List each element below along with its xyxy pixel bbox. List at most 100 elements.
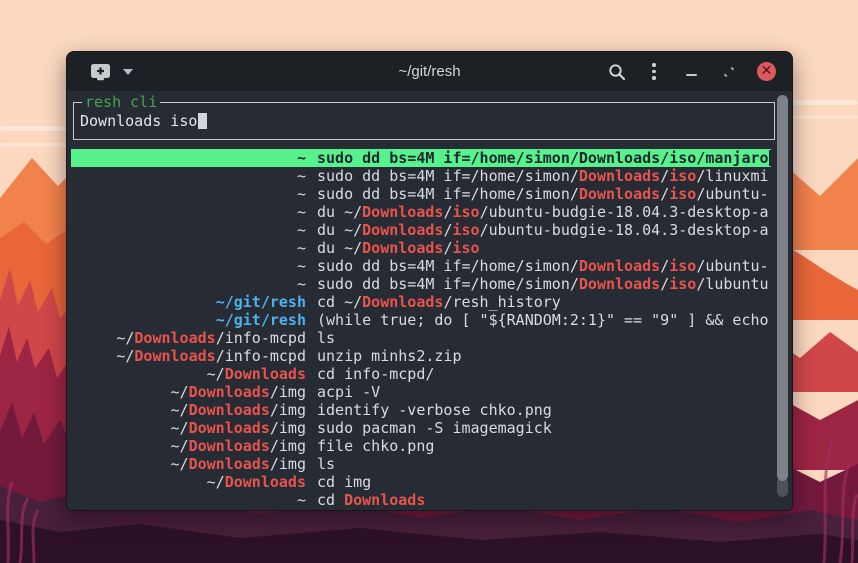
text-segment: cd info-mcpd/: [317, 365, 434, 383]
text-segment: Downloads: [362, 239, 443, 257]
history-row[interactable]: ~/git/resh(while true; do [ "${RANDOM:2:…: [71, 311, 771, 329]
text-segment: Downloads: [189, 401, 270, 419]
text-segment: /ubuntu-budgie-18.04.3-desktop-a: [480, 203, 769, 221]
row-directory: ~/Downloads/img: [71, 383, 306, 401]
row-command: sudo dd bs=4M if=/home/simon/Downloads/i…: [306, 275, 771, 293]
minimize-icon: [686, 74, 697, 76]
text-segment: ~/: [171, 455, 189, 473]
history-row[interactable]: ~sudo dd bs=4M if=/home/simon/Downloads/…: [71, 185, 771, 203]
history-row[interactable]: ~/Downloadscd img: [71, 473, 771, 491]
chevron-down-icon[interactable]: [123, 69, 133, 75]
text-segment: /img: [270, 383, 306, 401]
resh-search-box: resh cli Downloads iso: [73, 102, 775, 140]
text-segment: /img: [270, 401, 306, 419]
history-row[interactable]: ~/Downloads cd info-mcpd/: [71, 365, 771, 383]
scrollbar[interactable]: [777, 95, 788, 507]
text-segment: ~: [297, 167, 306, 185]
text-segment: sudo dd bs=4M if=/home/simon/: [317, 257, 579, 275]
titlebar: ~/git/resh ✕: [67, 52, 792, 91]
text-segment: ~/: [171, 437, 189, 455]
text-segment: ~: [297, 149, 306, 167]
history-row[interactable]: ~cd Downloads: [71, 491, 771, 509]
row-command: (while true; do [ "${RANDOM:2:1}" == "9"…: [306, 311, 771, 329]
row-command: du ~/Downloads/iso: [306, 239, 771, 257]
text-segment: ~/: [171, 419, 189, 437]
history-row[interactable]: ~/Downloads/imgfile chko.png: [71, 437, 771, 455]
history-row[interactable]: ~/git/reshcd ~/Downloads/resh_history: [71, 293, 771, 311]
text-segment: Downloads: [225, 473, 306, 491]
row-command: du ~/Downloads/iso/ubuntu-budgie-18.04.3…: [306, 203, 771, 221]
close-button[interactable]: ✕: [757, 62, 776, 81]
text-segment: Downloads: [134, 329, 215, 347]
menu-button[interactable]: [645, 62, 663, 82]
history-row[interactable]: ~/Downloads/info-mcpdls: [71, 329, 771, 347]
search-query-text: Downloads iso: [80, 112, 197, 130]
text-segment: /ubuntu-: [696, 257, 768, 275]
text-segment: /linuxmi: [696, 167, 768, 185]
text-segment: cd img: [317, 473, 371, 491]
text-segment: /: [660, 167, 669, 185]
history-row[interactable]: ~/Downloads/info-mcpdunzip minhs2.zip: [71, 347, 771, 365]
history-row[interactable]: ~du ~/Downloads/iso/ubuntu-budgie-18.04.…: [71, 221, 771, 239]
search-input[interactable]: Downloads iso: [80, 112, 207, 130]
history-list: ~sudo dd bs=4M if=/home/simon/Downloads/…: [71, 149, 771, 509]
text-segment: (while true; do [ "${RANDOM:2:1}" == "9"…: [317, 311, 769, 329]
row-directory: ~/Downloads: [71, 365, 306, 383]
text-segment: ~/: [171, 401, 189, 419]
text-segment: Downloads: [225, 365, 306, 383]
text-segment: Downloads: [189, 437, 270, 455]
text-segment: iso: [669, 257, 696, 275]
text-segment: ~/: [116, 347, 134, 365]
text-segment: /img: [270, 455, 306, 473]
text-segment: /info-mcpd: [216, 329, 306, 347]
text-segment: ~: [297, 257, 306, 275]
row-command: sudo dd bs=4M if=/home/simon/Downloads/i…: [306, 149, 771, 167]
row-command: cd info-mcpd/: [306, 365, 771, 383]
history-row[interactable]: ~du ~/Downloads/iso: [71, 239, 771, 257]
text-segment: identify -verbose chko.png: [317, 401, 552, 419]
history-row[interactable]: ~/Downloads/imgacpi -V: [71, 383, 771, 401]
row-directory: ~: [71, 491, 306, 509]
history-row[interactable]: ~/Downloads/img sudo pacman -S imagemagic…: [71, 419, 771, 437]
text-segment: /img: [270, 419, 306, 437]
row-command: sudo dd bs=4M if=/home/simon/Downloads/i…: [306, 167, 771, 185]
history-row[interactable]: ~sudo dd bs=4M if=/home/simon/Downloads/…: [71, 149, 771, 167]
search-icon: [608, 63, 626, 81]
text-segment: /lubuntu: [696, 275, 768, 293]
text-segment: Downloads: [579, 185, 660, 203]
history-row[interactable]: ~sudo dd bs=4M if=/home/simon/Downloads/…: [71, 275, 771, 293]
row-directory: ~/Downloads/img: [71, 437, 306, 455]
restore-button[interactable]: [719, 62, 739, 82]
text-segment: ~/: [207, 365, 225, 383]
text-segment: du ~/: [317, 239, 362, 257]
text-segment: du ~/: [317, 203, 362, 221]
minimize-button[interactable]: [681, 62, 701, 82]
text-segment: sudo pacman -S imagemagick: [317, 419, 552, 437]
text-segment: ~: [297, 185, 306, 203]
text-segment: ~/git/resh: [216, 293, 306, 311]
text-segment: Downloads: [189, 419, 270, 437]
text-segment: ~/: [116, 329, 134, 347]
history-row[interactable]: ~sudo dd bs=4M if=/home/simon/Downloads/…: [71, 257, 771, 275]
text-segment: sudo dd bs=4M if=/home/simon/: [317, 275, 579, 293]
search-button[interactable]: [607, 62, 627, 82]
text-segment: Downloads: [134, 347, 215, 365]
row-directory: ~/Downloads/img: [71, 419, 306, 437]
row-command: file chko.png: [306, 437, 771, 455]
text-segment: ls: [317, 455, 335, 473]
row-directory: ~: [71, 275, 306, 293]
history-row[interactable]: ~sudo dd bs=4M if=/home/simon/Downloads/…: [71, 167, 771, 185]
history-row[interactable]: ~/Downloads/img identify -verbose chko.pn…: [71, 401, 771, 419]
terminal-content: resh cli Downloads iso ~sudo dd bs=4M if…: [67, 91, 792, 510]
history-row[interactable]: ~du ~/Downloads/iso/ubuntu-budgie-18.04.…: [71, 203, 771, 221]
text-segment: /img: [270, 437, 306, 455]
text-segment: Downloads: [362, 203, 443, 221]
row-directory: ~: [71, 167, 306, 185]
row-command: sudo dd bs=4M if=/home/simon/Downloads/i…: [306, 185, 771, 203]
history-row[interactable]: ~/Downloads/imgls: [71, 455, 771, 473]
new-tab-button[interactable]: [89, 62, 111, 81]
scrollbar-thumb[interactable]: [777, 95, 788, 481]
row-command: sudo pacman -S imagemagick: [306, 419, 771, 437]
text-segment: iso: [669, 167, 696, 185]
text-segment: iso: [669, 185, 696, 203]
